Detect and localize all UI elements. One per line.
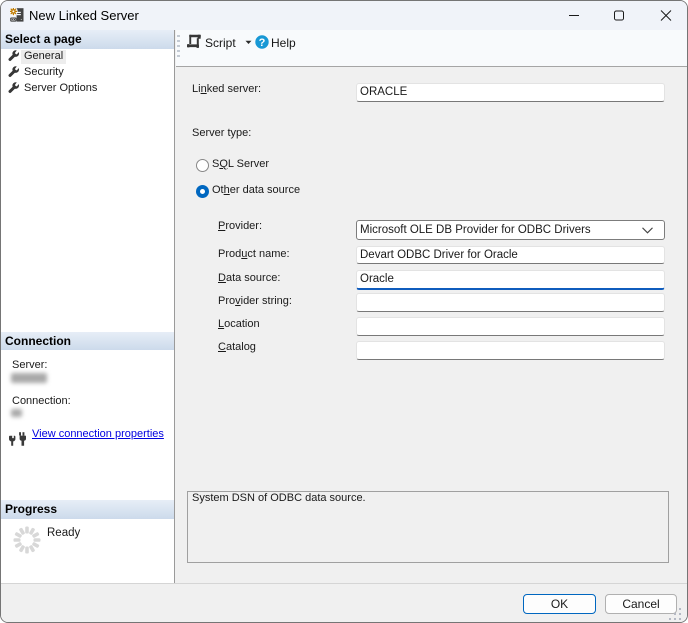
svg-text:?: ? [259,37,266,49]
